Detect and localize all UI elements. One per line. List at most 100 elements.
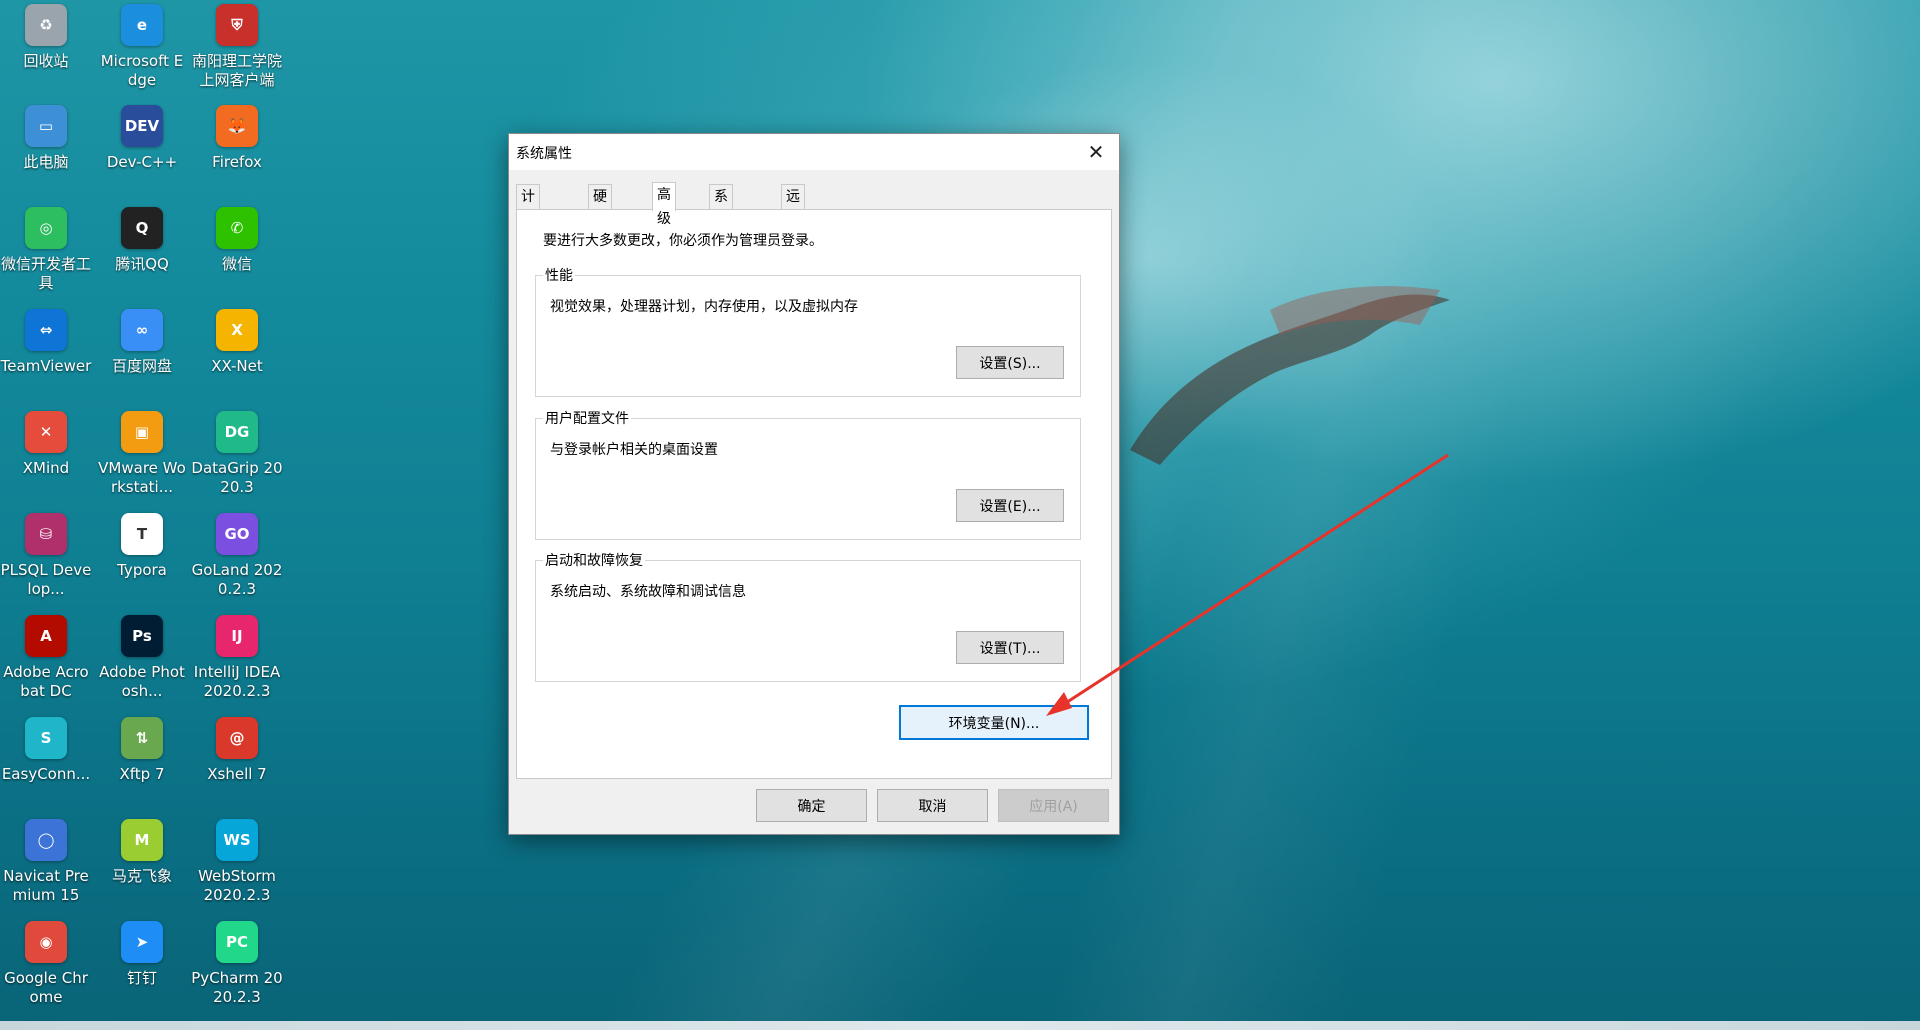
desktop-icon[interactable]: ⇔ TeamViewer [0, 309, 92, 376]
close-icon[interactable]: ✕ [1073, 134, 1119, 170]
desktop-icon[interactable]: GO GoLand 2020.2.3 [191, 513, 283, 599]
desktop-icon-label: Dev-C++ [106, 153, 178, 171]
desktop-icon[interactable]: ✕ XMind [0, 411, 92, 478]
desktop-icon-label: WebStorm 2020.2.3 [198, 867, 276, 904]
desktop-icon-label: PLSQL Develop... [0, 561, 92, 598]
desktop-icon[interactable]: e Microsoft Edge [96, 4, 188, 90]
desktop-icon[interactable]: S EasyConn... [0, 717, 92, 784]
desktop-icon[interactable]: Q 腾讯QQ [96, 207, 188, 274]
tab-hardware[interactable]: 硬件 [588, 184, 612, 229]
wechat-devtools-icon: ◎ [25, 207, 67, 249]
user-profiles-group: 用户配置文件 与登录帐户相关的桌面设置 设置(E)... [535, 408, 1081, 540]
desktop-icon-label: 此电脑 [23, 153, 69, 171]
desktop-icon[interactable]: ∞ 百度网盘 [96, 309, 188, 376]
desktop-icon-label: Xftp 7 [119, 765, 165, 783]
desktop-icon-label: Microsoft Edge [100, 52, 184, 89]
qq-icon: Q [121, 207, 163, 249]
dialog-titlebar[interactable]: 系统属性 ✕ [509, 134, 1119, 170]
desktop-icon-label: Google Chrome [4, 969, 88, 1006]
xxnet-icon: X [216, 309, 258, 351]
desktop-icon-label: XX-Net [211, 357, 263, 375]
desktop-icon[interactable]: ⇅ Xftp 7 [96, 717, 188, 784]
ok-button[interactable]: 确定 [756, 789, 867, 822]
plsql-icon: ⛁ [25, 513, 67, 555]
desktop-icon[interactable]: @ Xshell 7 [191, 717, 283, 784]
desktop-icon-label: 微信 [221, 255, 252, 273]
desktop-icon[interactable]: ⛁ PLSQL Develop... [0, 513, 92, 599]
desktop-icon-label: DataGrip 2020.3 [191, 459, 283, 496]
desktop-icon[interactable]: A Adobe Acrobat DC [0, 615, 92, 701]
desktop-icon[interactable]: ◎ 微信开发者工具 [0, 207, 92, 293]
desktop-icon-label: Adobe Photosh... [99, 663, 185, 700]
desktop-icon-label: 回收站 [23, 52, 69, 70]
vmware-icon: ▣ [121, 411, 163, 453]
desktop-icon-label: EasyConn... [1, 765, 91, 783]
user-profiles-settings-button[interactable]: 设置(E)... [956, 489, 1064, 522]
typora-icon: T [121, 513, 163, 555]
advanced-tab-panel: 要进行大多数更改，你必须作为管理员登录。 性能 视觉效果，处理器计划，内存使用，… [516, 209, 1112, 779]
admin-notice: 要进行大多数更改，你必须作为管理员登录。 [543, 233, 823, 249]
tab-remote[interactable]: 远程 [781, 184, 805, 229]
desktop-icon-label: PyCharm 2020.2.3 [191, 969, 283, 1006]
desktop-icon[interactable]: PC PyCharm 2020.2.3 [191, 921, 283, 1007]
desktop-icon[interactable]: X XX-Net [191, 309, 283, 376]
desktop-icon[interactable]: ▣ VMware Workstati... [96, 411, 188, 497]
devcpp-icon: DEV [121, 105, 163, 147]
desktop-icon[interactable]: Ps Adobe Photosh... [96, 615, 188, 701]
desktop-icon[interactable]: ✆ 微信 [191, 207, 283, 274]
maxiang-icon: M [121, 819, 163, 861]
goland-icon: GO [216, 513, 258, 555]
desktop-icon[interactable]: T Typora [96, 513, 188, 580]
webstorm-icon: WS [216, 819, 258, 861]
desktop-icon-label: 南阳理工学院上网客户端 [191, 52, 282, 89]
desktop-icon[interactable]: WS WebStorm 2020.2.3 [191, 819, 283, 905]
navicat-icon: ◯ [25, 819, 67, 861]
datagrip-icon: DG [216, 411, 258, 453]
desktop-icon-label: VMware Workstati... [98, 459, 186, 496]
environment-variables-button[interactable]: 环境变量(N)... [899, 705, 1089, 740]
desktop-icon[interactable]: ▭ 此电脑 [0, 105, 92, 172]
teamviewer-icon: ⇔ [25, 309, 67, 351]
desktop-icon-label: Xshell 7 [207, 765, 267, 783]
desktop-icon-label: 钉钉 [126, 969, 157, 987]
dingtalk-icon: ➤ [121, 921, 163, 963]
recycle-bin-icon: ♻ [25, 4, 67, 46]
chrome-icon: ◉ [25, 921, 67, 963]
edge-icon: e [121, 4, 163, 46]
desktop-icon[interactable]: ⛨ 南阳理工学院上网客户端 [191, 4, 283, 90]
desktop-icon-label: GoLand 2020.2.3 [191, 561, 283, 598]
desktop-icon[interactable]: ◉ Google Chrome [0, 921, 92, 1007]
tab-computer-name[interactable]: 计算机名 [516, 184, 540, 277]
performance-group: 性能 视觉效果，处理器计划，内存使用，以及虚拟内存 设置(S)... [535, 265, 1081, 397]
desktop-icon[interactable]: ♻ 回收站 [0, 4, 92, 71]
taskbar [0, 1021, 1920, 1030]
desktop-icon-label: 百度网盘 [111, 357, 172, 375]
desktop-icon-label: TeamViewer [0, 357, 92, 375]
desktop-icon-label: XMind [22, 459, 70, 477]
intellij-icon: IJ [216, 615, 258, 657]
tab-system-protection[interactable]: 系统保护 [709, 184, 733, 277]
desktop-icon[interactable]: DEV Dev-C++ [96, 105, 188, 172]
wechat-icon: ✆ [216, 207, 258, 249]
desktop-icon-label: Firefox [212, 153, 262, 171]
desktop-icon-label: 腾讯QQ [115, 255, 169, 273]
cancel-button[interactable]: 取消 [877, 789, 988, 822]
desktop-icon[interactable]: ◯ Navicat Premium 15 [0, 819, 92, 905]
desktop-icon[interactable]: M 马克飞象 [96, 819, 188, 886]
tab-advanced[interactable]: 高级 [652, 182, 676, 227]
desktop-icon[interactable]: ➤ 钉钉 [96, 921, 188, 988]
desktop-icon[interactable]: 🦊 Firefox [191, 105, 283, 172]
desktop-icon[interactable]: DG DataGrip 2020.3 [191, 411, 283, 497]
performance-label: 性能 [543, 265, 575, 285]
performance-settings-button[interactable]: 设置(S)... [956, 346, 1064, 379]
xftp-icon: ⇅ [121, 717, 163, 759]
startup-recovery-settings-button[interactable]: 设置(T)... [956, 631, 1064, 664]
desktop-icon-label: 微信开发者工具 [0, 255, 91, 292]
desktop-icon[interactable]: IJ IntelliJ IDEA 2020.2.3 [191, 615, 283, 701]
performance-desc: 视觉效果，处理器计划，内存使用，以及虚拟内存 [550, 299, 858, 315]
wallpaper-swimmer [1130, 286, 1450, 465]
startup-recovery-label: 启动和故障恢复 [543, 550, 645, 570]
dialog-title: 系统属性 [516, 146, 572, 162]
this-pc-icon: ▭ [25, 105, 67, 147]
apply-button[interactable]: 应用(A) [998, 789, 1109, 822]
